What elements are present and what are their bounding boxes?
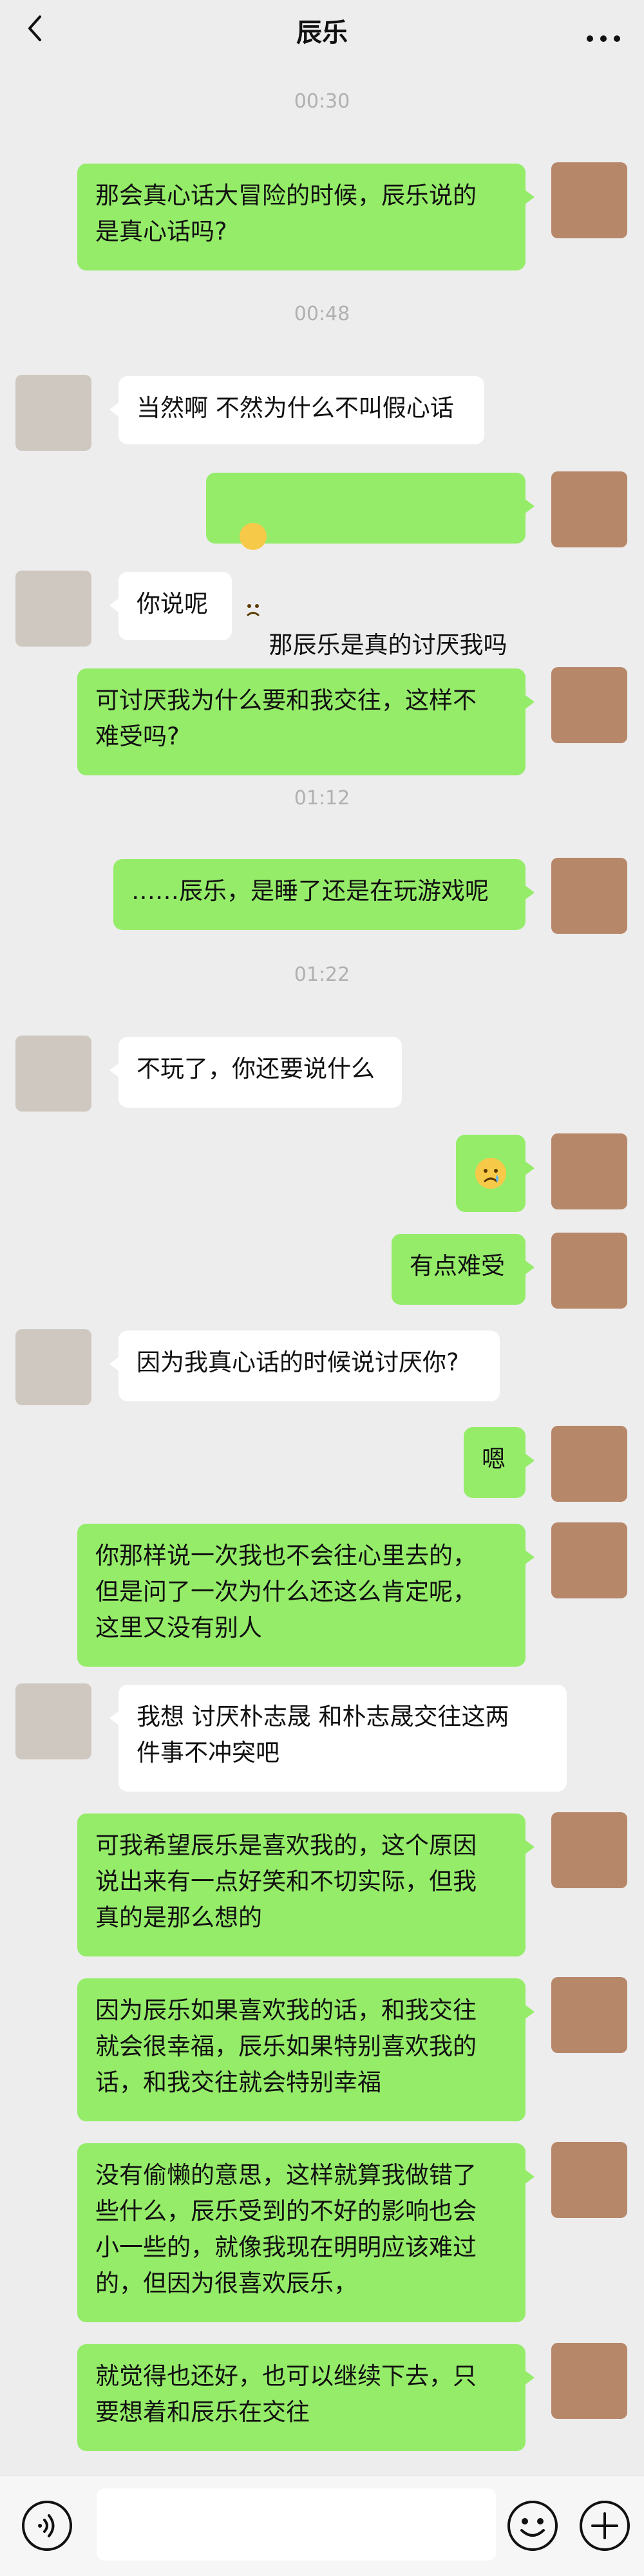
message-bubble-sent[interactable]: 就觉得也还好，也可以继续下去，只 要想着和辰乐在交往 <box>77 2344 535 2451</box>
contact-avatar[interactable] <box>15 1329 91 1405</box>
message-bubble-sent[interactable]: 有点难受 <box>392 1234 535 1305</box>
emoji-button[interactable] <box>506 2499 559 2552</box>
message-bubble-sent[interactable]: 因为辰乐如果喜欢我的话，和我交往 就会很幸福，辰乐如果特别喜欢我的 话，和我交往… <box>77 1978 535 2121</box>
timestamp: 01:12 <box>294 787 350 810</box>
message-bubble-sent[interactable]: ……辰乐，是睡了还是在玩游戏呢 <box>113 859 535 930</box>
contact-avatar[interactable] <box>15 1036 91 1112</box>
my-avatar[interactable] <box>551 1426 627 1502</box>
more-dots-icon <box>587 35 620 42</box>
contact-avatar[interactable] <box>15 571 91 647</box>
my-avatar[interactable] <box>551 162 627 238</box>
my-avatar[interactable] <box>551 2142 627 2218</box>
message-bubble-received[interactable]: 因为我真心话的时候说讨厌你? <box>109 1331 500 1401</box>
message-bubble-received[interactable]: 你说呢 <box>109 572 232 640</box>
sad-face-icon <box>239 523 267 616</box>
contact-avatar[interactable] <box>15 375 91 451</box>
message-bubble-sent[interactable]: 可我希望辰乐是喜欢我的，这个原因 说出来有一点好笑和不切实际，但我 真的是那么想… <box>77 1814 535 1956</box>
chat-header: 辰乐 <box>0 0 644 58</box>
my-avatar[interactable] <box>551 2343 627 2419</box>
message-input[interactable] <box>97 2488 496 2561</box>
message-text: 那辰乐是真的讨厌我吗 <box>269 631 507 659</box>
message-bubble-received[interactable]: 不玩了，你还要说什么 <box>109 1037 402 1108</box>
emoji-icon <box>507 2501 558 2551</box>
crying-face-icon <box>475 1158 506 1189</box>
more-button[interactable] <box>581 14 626 46</box>
timestamp: 00:30 <box>294 90 350 113</box>
message-bubble-received[interactable]: 我想 讨厌朴志晟 和朴志晟交往这两 件事不冲突吧 <box>109 1685 567 1792</box>
message-bubble-sent[interactable] <box>456 1135 535 1212</box>
my-avatar[interactable] <box>551 1233 627 1309</box>
timestamp: 01:22 <box>294 963 350 986</box>
voice-icon <box>22 2501 72 2551</box>
message-bubble-sent[interactable]: 没有偷懒的意思，这样就算我做错了 些什么，辰乐受到的不好的影响也会 小一些的，就… <box>77 2143 535 2322</box>
message-bubble-received[interactable]: 当然啊 不然为什么不叫假心话 <box>109 376 484 444</box>
contact-avatar[interactable] <box>15 1683 91 1759</box>
my-avatar[interactable] <box>551 1522 627 1598</box>
message-bubble-sent[interactable]: 可讨厌我为什么要和我交往，这样不 难受吗? <box>77 668 535 775</box>
chat-title: 辰乐 <box>296 18 348 48</box>
my-avatar[interactable] <box>551 667 627 743</box>
message-bubble-sent[interactable]: 那会真心话大冒险的时候，辰乐说的 是真心话吗? <box>77 164 535 270</box>
plus-button[interactable] <box>578 2499 631 2552</box>
input-bar <box>0 2475 644 2576</box>
message-bubble-sent[interactable]: 那辰乐是真的讨厌我吗 <box>206 473 535 659</box>
my-avatar[interactable] <box>551 1133 627 1209</box>
my-avatar[interactable] <box>551 858 627 934</box>
message-bubble-sent[interactable]: 你那样说一次我也不会往心里去的， 但是问了一次为什么还这么肯定呢， 这里又没有别… <box>77 1524 535 1667</box>
my-avatar[interactable] <box>551 1977 627 2053</box>
timestamp: 00:48 <box>294 303 350 325</box>
voice-button[interactable] <box>21 2499 73 2552</box>
plus-icon <box>580 2501 630 2551</box>
my-avatar[interactable] <box>551 1812 627 1888</box>
message-bubble-sent[interactable]: 嗯 <box>464 1427 535 1498</box>
my-avatar[interactable] <box>551 471 627 547</box>
